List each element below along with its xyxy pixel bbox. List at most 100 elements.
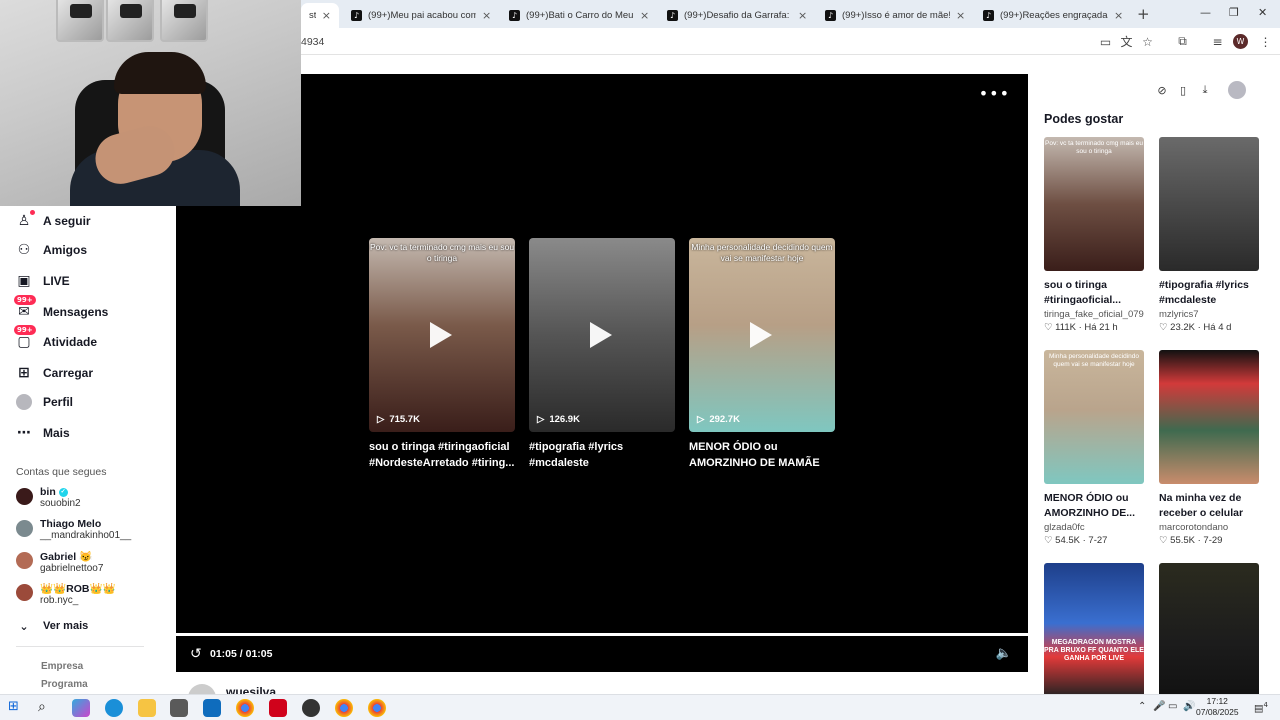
suggested-video[interactable]: MEGADRAGON MOSTRA PRA BRUXO FF QUANTO EL… [1044,563,1144,697]
address-bar[interactable]: 4934 [301,36,324,48]
video-stats: ♡ 55.5K · 7-29 [1159,535,1223,546]
chrome-icon-active[interactable] [335,699,353,717]
tab[interactable]: ♪ (99+)Meu pai acabou comigo × [343,3,499,28]
edge-icon[interactable] [105,699,123,717]
video-thumbnail: Pov: vc ta terminado cmg mais eu sou o t… [1044,137,1144,271]
restore-icon[interactable]: ❐ [1229,6,1239,19]
kebab-menu-icon[interactable]: ⋮ [1258,34,1273,49]
app-icon[interactable] [269,699,287,717]
play-icon [590,322,612,348]
play-small-icon: ▷ [537,414,545,425]
more-options-icon[interactable]: ••• [979,84,1010,103]
search-icon[interactable]: ⌕ [38,699,56,717]
suggested-video[interactable]: Minha personalidade decidindo quem vai s… [1044,350,1144,546]
extensions-icon[interactable]: ⧉ [1175,34,1190,49]
video-thumbnail: Pov: vc ta terminado cmg mais eu sou o t… [369,238,515,432]
notification-icon[interactable]: ▤4 [1254,701,1268,714]
sidebar-item-following[interactable]: ♙ A seguir [16,210,91,229]
video-caption: Na minha vez de receber o celular d... [1159,492,1244,519]
replay-icon[interactable]: ↺ [190,646,202,662]
tab-active[interactable]: stin × [301,3,339,28]
network-icon[interactable]: ▭ [1168,701,1177,712]
close-icon[interactable]: × [1114,9,1123,22]
suggested-video[interactable]: Na minha vez de receber o celular d... m… [1159,350,1259,546]
system-clock[interactable]: 17:12 07/08/2025 [1196,696,1239,718]
following-section-title: Contas que segues [16,466,107,478]
close-icon[interactable]: × [322,9,331,22]
minimize-icon[interactable]: — [1200,6,1211,19]
user-avatar[interactable] [1228,81,1246,99]
followed-account[interactable]: Gabriel 😼 gabrielnettoo7 [16,550,103,574]
copilot-icon[interactable] [72,699,90,717]
tab-label: (99+)Meu pai acabou comigo [368,10,476,21]
avatar [16,584,33,601]
avatar [16,488,33,505]
video-caption: sou o tiringa #tiringaoficial... [1044,279,1122,306]
chrome-icon[interactable] [368,699,386,717]
tab[interactable]: ♪ (99+)Reações engraçadas de n × [975,3,1131,28]
file-explorer-icon[interactable] [138,699,156,717]
chrome-icon[interactable] [236,699,254,717]
play-icon [430,322,452,348]
tab[interactable]: ♪ (99+)Isso é amor de mãe!! | isa × [817,3,973,28]
profile-avatar[interactable]: W [1233,34,1248,49]
windows-start-icon[interactable]: ⊞ [8,699,26,717]
recommended-video[interactable]: ▷ 126.9K #tipografia #lyrics #mcdaleste [529,238,675,471]
translate-icon[interactable]: 文 [1119,34,1134,49]
close-icon[interactable]: × [798,9,807,22]
person-hair [114,52,206,94]
microphone-icon[interactable]: 🎤 [1153,701,1165,712]
recommended-video[interactable]: Minha personalidade decidindo quem vai s… [689,238,835,471]
speaker-icon[interactable]: 🔊 [1183,701,1195,712]
notification-badge: 99+ [14,295,36,305]
close-icon[interactable]: × [640,9,649,22]
store-icon[interactable] [170,699,188,717]
tab[interactable]: ♪ (99+)Bati o Carro do Meu Pai × [501,3,657,28]
footer-link-program[interactable]: Programa [41,679,88,690]
obs-icon[interactable] [302,699,320,717]
sidebar-item-messages[interactable]: ✉ 99+ Mensagens [14,295,109,320]
close-icon[interactable]: × [956,9,965,22]
sidebar-item-activity[interactable]: ▢ 99+ Atividade [14,325,97,350]
video-player[interactable]: ••• Pov: vc ta terminado cmg mais eu sou… [176,74,1028,672]
media-controls-icon[interactable]: ≡ [1210,34,1225,49]
footer-link-company[interactable]: Empresa [41,661,83,672]
see-more-button[interactable]: ⌄ Ver mais [16,618,88,634]
sidebar-item-label: LIVE [43,274,70,288]
download-icon[interactable]: ⤓ [1198,83,1212,97]
mobile-icon[interactable]: ▯ [1176,83,1190,97]
sidebar-item-live[interactable]: ▣ LIVE [16,273,70,289]
recommended-video[interactable]: Pov: vc ta terminado cmg mais eu sou o t… [369,238,515,471]
bookmark-star-icon[interactable]: ☆ [1140,34,1155,49]
sidebar-item-label: Mensagens [43,305,109,319]
chevron-up-icon[interactable]: ⌃ [1138,701,1146,712]
coin-icon[interactable]: ⊘ [1155,83,1169,97]
outlook-icon[interactable] [203,699,221,717]
award-plaque [56,0,104,42]
suggested-video[interactable] [1159,563,1259,697]
video-author: marcorotondano [1159,522,1229,533]
video-author: mzlyrics7 [1159,309,1199,320]
volume-icon[interactable]: 🔈 [996,646,1012,661]
video-title: sou o tiringa #tiringaoficial #NordesteA… [369,441,515,469]
close-icon[interactable]: × [482,9,491,22]
cast-icon[interactable]: ▭ [1098,34,1113,49]
progress-bar[interactable] [176,633,1028,636]
sidebar-item-friends[interactable]: ⚇ Amigos [16,242,87,258]
suggestions-column: ⊘ ▯ ⤓ Podes gostar Pov: vc ta terminado … [1028,55,1280,697]
window-close-icon[interactable]: ✕ [1258,6,1267,19]
see-more-label: Ver mais [43,620,89,632]
followed-account[interactable]: 👑👑ROB👑👑 rob.nyc_ [16,582,116,606]
suggestions-title: Podes gostar [1044,112,1124,126]
video-thumbnail [1159,350,1259,484]
sidebar-item-upload[interactable]: ⊞ Carregar [16,365,93,381]
suggested-video[interactable]: #tipografia #lyrics #mcdaleste mzlyrics7… [1159,137,1259,333]
tiktok-icon: ♪ [983,10,994,21]
sidebar-item-profile[interactable]: Perfil [16,394,73,410]
followed-account[interactable]: bin ✓ souobin2 [16,486,81,509]
tab[interactable]: ♪ (99+)Desafio da Garrafa: Minha × [659,3,815,28]
new-tab-icon[interactable]: + [1137,5,1150,23]
suggested-video[interactable]: Pov: vc ta terminado cmg mais eu sou o t… [1044,137,1144,333]
followed-account[interactable]: Thiago Melo __mandrakinho01__ [16,518,131,541]
sidebar-item-more[interactable]: ⋯ Mais [16,425,70,441]
